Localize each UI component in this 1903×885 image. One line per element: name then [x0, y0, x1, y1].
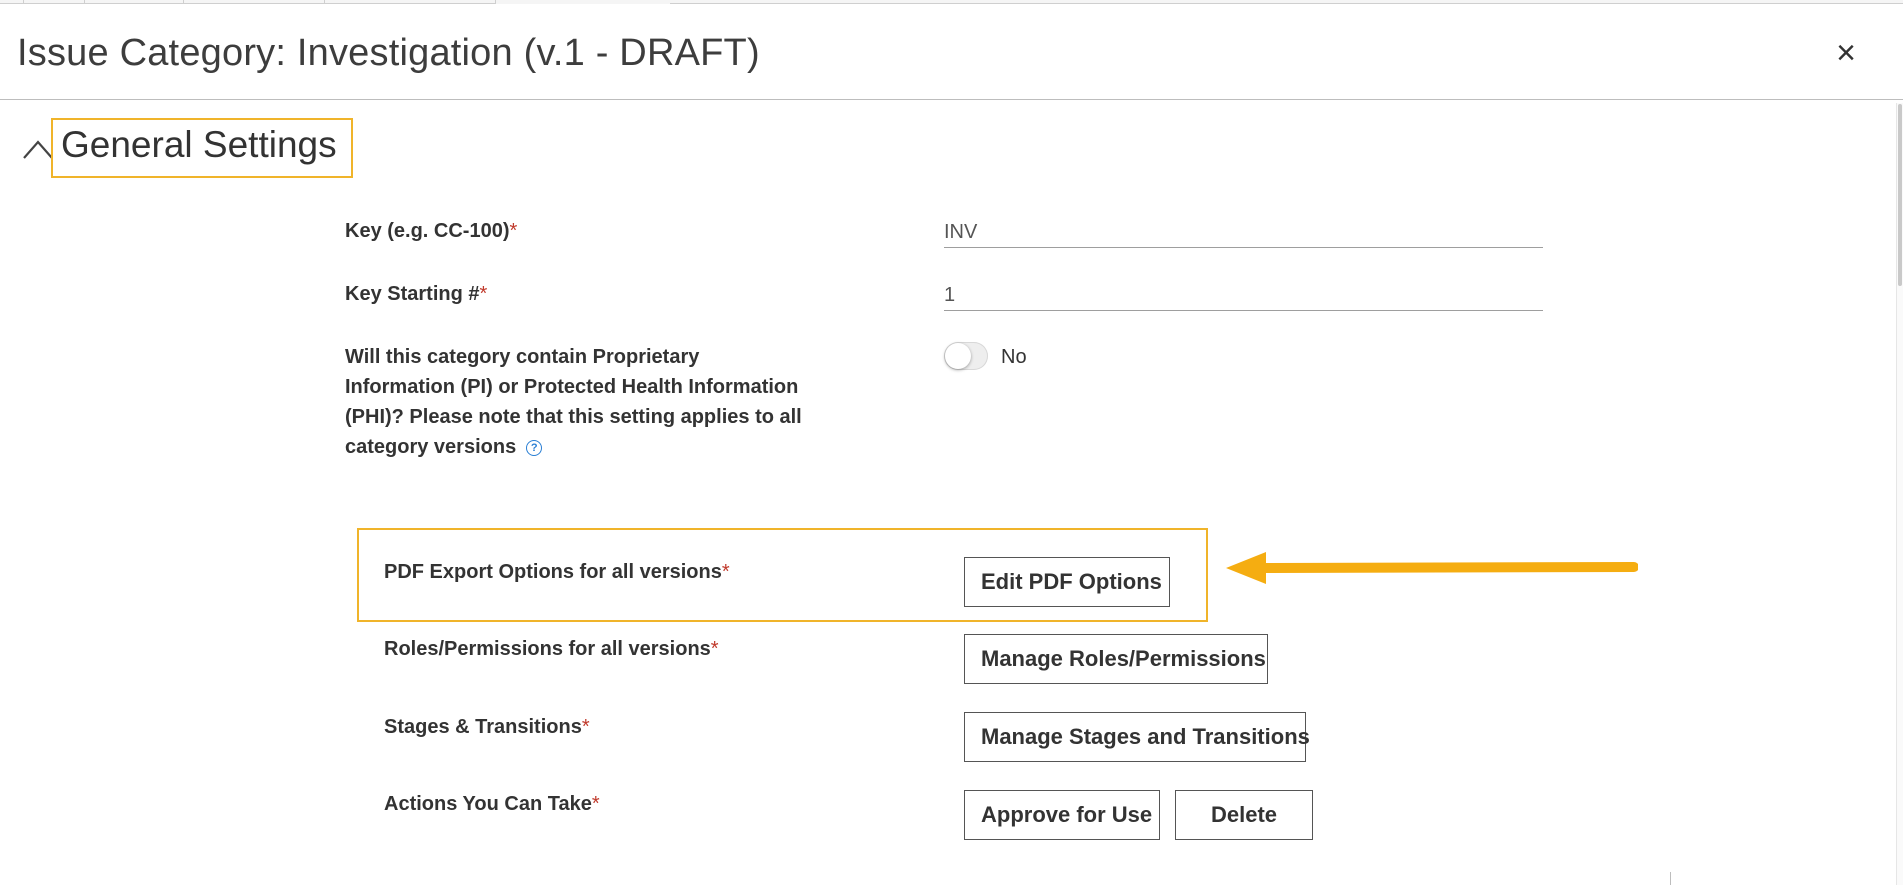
- key-label: Key (e.g. CC-100)*: [345, 216, 517, 246]
- required-mark: *: [591, 793, 600, 815]
- pi-phi-toggle-text: No: [1001, 346, 1027, 368]
- dialog-title: Issue Category: Investigation (v.1 - DRA…: [17, 32, 760, 74]
- chevron-up-icon[interactable]: [22, 137, 54, 161]
- pi-phi-label-text: Will this category contain Proprietary I…: [345, 346, 802, 458]
- actions-label-text: Actions You Can Take: [384, 793, 592, 815]
- actions-label: Actions You Can Take*: [384, 789, 600, 819]
- roles-permissions-label-text: Roles/Permissions for all versions: [384, 638, 711, 660]
- key-starting-input[interactable]: [944, 280, 1543, 311]
- required-mark: *: [721, 561, 730, 583]
- required-mark: *: [509, 220, 518, 242]
- close-icon[interactable]: ×: [1831, 36, 1861, 70]
- help-icon[interactable]: ?: [526, 439, 543, 456]
- required-mark: *: [581, 716, 590, 738]
- page: Issue Category: Investigation (v.1 - DRA…: [0, 0, 1903, 885]
- key-starting-label-text: Key Starting #: [345, 283, 480, 305]
- footer-divider: [1670, 872, 1671, 885]
- dialog-header: Issue Category: Investigation (v.1 - DRA…: [0, 4, 1903, 100]
- page-footer: [0, 872, 1897, 885]
- approve-for-use-button[interactable]: Approve for Use: [964, 790, 1160, 840]
- pi-phi-toggle[interactable]: [944, 342, 988, 370]
- section-title-highlight: General Settings: [51, 118, 353, 178]
- pdf-export-label-text: PDF Export Options for all versions: [384, 561, 722, 583]
- key-starting-label: Key Starting #*: [345, 279, 487, 309]
- pi-phi-label: Will this category contain Proprietary I…: [345, 342, 805, 462]
- required-mark: *: [710, 638, 719, 660]
- annotation-arrow-icon: [1226, 552, 1638, 584]
- stages-transitions-label-text: Stages & Transitions: [384, 716, 582, 738]
- toggle-knob: [945, 343, 971, 369]
- key-label-text: Key (e.g. CC-100): [345, 220, 510, 242]
- manage-roles-permissions-button[interactable]: Manage Roles/Permissions: [964, 634, 1268, 684]
- edit-pdf-options-button[interactable]: Edit PDF Options: [964, 557, 1170, 607]
- manage-stages-transitions-button[interactable]: Manage Stages and Transitions: [964, 712, 1310, 762]
- stages-transitions-label: Stages & Transitions*: [384, 712, 590, 742]
- delete-button[interactable]: Delete: [1175, 790, 1313, 840]
- section-title: General Settings: [61, 124, 337, 165]
- scrollbar-thumb[interactable]: [1898, 104, 1902, 286]
- required-mark: *: [479, 283, 488, 305]
- roles-permissions-label: Roles/Permissions for all versions*: [384, 634, 719, 664]
- key-input[interactable]: [944, 217, 1543, 248]
- pdf-export-label: PDF Export Options for all versions*: [384, 557, 730, 587]
